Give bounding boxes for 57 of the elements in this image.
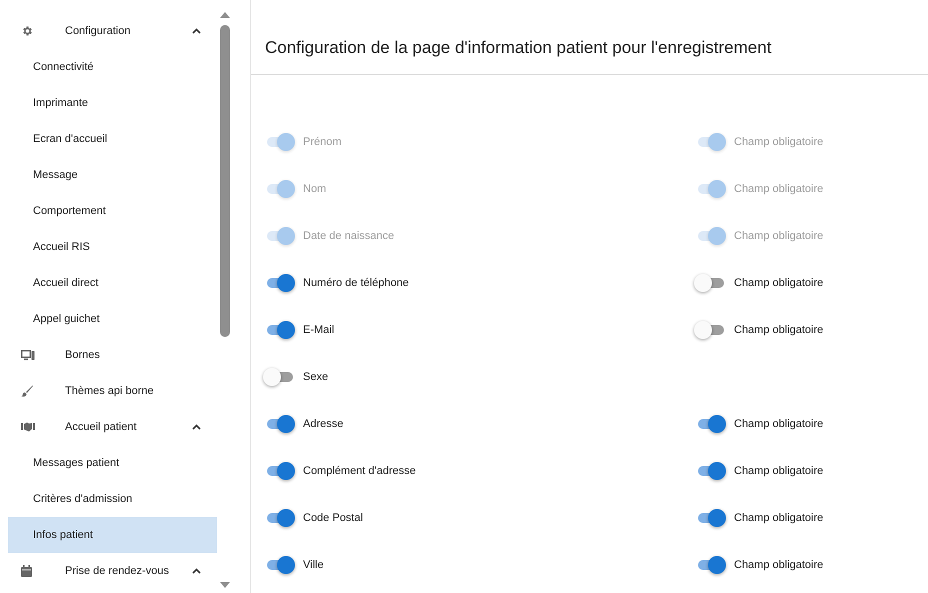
required-label: Champ obligatoire: [734, 464, 824, 476]
sidebar-item[interactable]: Configuration: [8, 13, 217, 49]
sidebar-item[interactable]: Connectivité: [8, 49, 217, 85]
sidebar-item[interactable]: Messages patient: [8, 445, 217, 481]
required-label: Champ obligatoire: [734, 558, 824, 570]
required-label: Champ obligatoire: [734, 230, 824, 242]
field-label: Adresse: [303, 418, 344, 430]
sidebar-item[interactable]: Comportement: [8, 193, 217, 229]
handshake-icon: [21, 422, 35, 432]
toggle-switch[interactable]: [265, 366, 295, 386]
field-label: Ville: [303, 558, 324, 570]
sidebar-item[interactable]: Message: [8, 157, 217, 193]
sidebar-item[interactable]: Accueil direct: [8, 265, 217, 301]
toggle-switch[interactable]: [696, 508, 726, 528]
toggle-switch[interactable]: [265, 414, 295, 434]
required-label: Champ obligatoire: [734, 276, 824, 288]
sidebar-item[interactable]: Prise de rendez-vous: [8, 553, 217, 589]
required-label: Champ obligatoire: [734, 136, 824, 148]
field-label: Numéro de téléphone: [303, 276, 409, 288]
field-label: Date de naissance: [303, 230, 394, 242]
toggle-switch[interactable]: [696, 414, 726, 434]
monitor-icon: [21, 350, 35, 360]
field-label: Nom: [303, 182, 326, 194]
page-title: Configuration de la page d'information patient pour l'enregistrement: [251, 0, 928, 75]
sidebar-item[interactable]: Infos patient: [8, 517, 217, 553]
toggle-switch[interactable]: [265, 320, 295, 340]
required-label: Champ obligatoire: [734, 324, 824, 336]
field-label: Sexe: [303, 370, 328, 382]
required-label: Champ obligatoire: [734, 182, 824, 194]
brush-icon: [21, 385, 33, 397]
toggle-switch[interactable]: [265, 508, 295, 528]
required-label: Champ obligatoire: [734, 512, 824, 524]
toggle-switch[interactable]: [265, 272, 295, 292]
field-label: Complément d'adresse: [303, 464, 416, 476]
sidebar-item[interactable]: Ecran d'accueil: [8, 121, 217, 157]
sidebar-item[interactable]: Thèmes api borne: [8, 373, 217, 409]
field-label: Prénom: [303, 136, 342, 148]
field-label: E-Mail: [303, 324, 334, 336]
toggle-switch[interactable]: [265, 460, 295, 480]
calendar-icon: [21, 565, 32, 577]
sidebar-item[interactable]: Imprimante: [8, 85, 217, 121]
toggle-switch[interactable]: [696, 554, 726, 574]
toggle-switch[interactable]: [696, 272, 726, 292]
sidebar-item[interactable]: Critères d'admission: [8, 481, 217, 517]
gear-icon: [21, 25, 33, 37]
sidebar-item[interactable]: Accueil RIS: [8, 229, 217, 265]
scroll-up-icon[interactable]: [220, 11, 230, 18]
scrollbar-thumb[interactable]: [220, 25, 230, 337]
required-label: Champ obligatoire: [734, 418, 824, 430]
toggle-switch[interactable]: [265, 554, 295, 574]
field-label: Code Postal: [303, 512, 363, 524]
toggle-switch[interactable]: [696, 460, 726, 480]
sidebar-item[interactable]: Appel guichet: [8, 301, 217, 337]
sidebar-item[interactable]: Bornes: [8, 337, 217, 373]
toggle-switch[interactable]: [696, 320, 726, 340]
scroll-down-icon[interactable]: [220, 582, 230, 589]
sidebar-item[interactable]: Accueil patient: [8, 409, 217, 445]
